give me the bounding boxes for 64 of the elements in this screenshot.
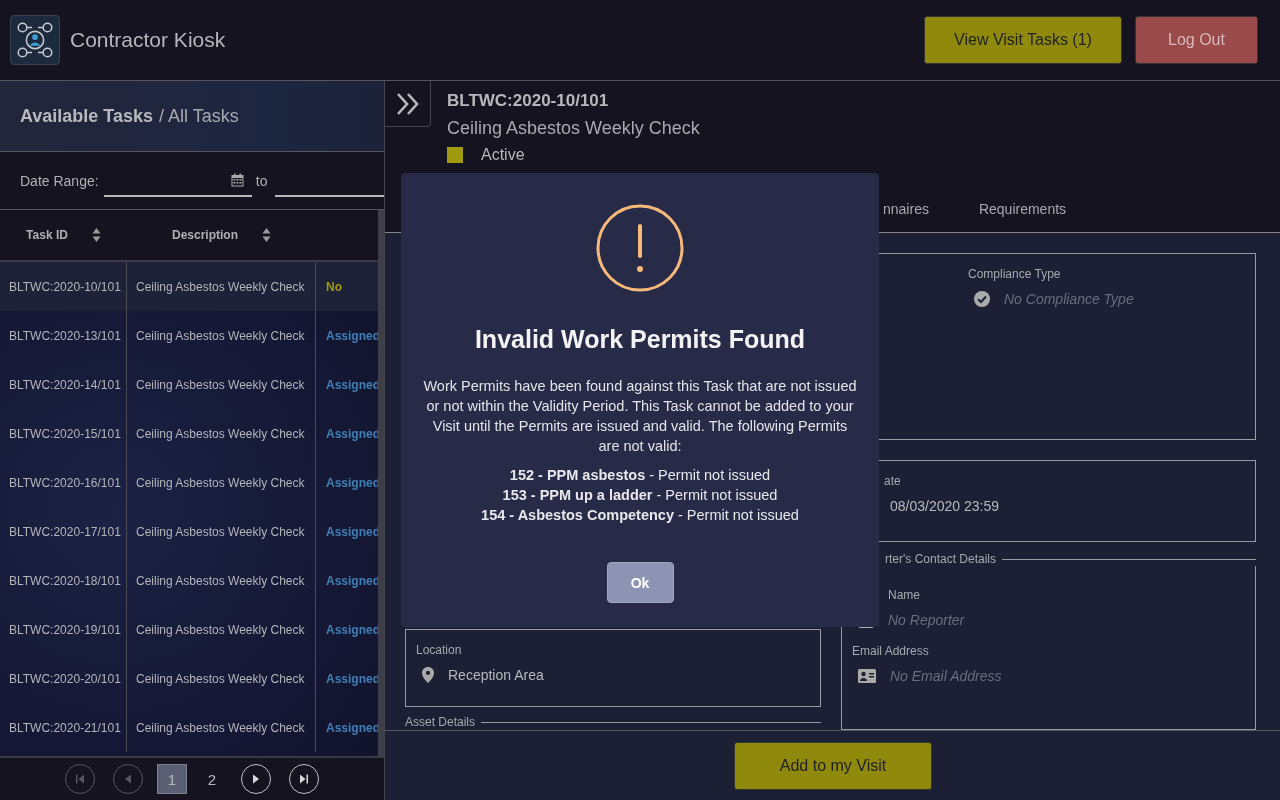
field-value: Reception Area <box>448 667 544 683</box>
task-id-cell: BLTWC:2020-19/101 <box>0 605 127 654</box>
task-id-cell: BLTWC:2020-10/101 <box>0 262 127 311</box>
description-cell: Ceiling Asbestos Weekly Check <box>127 409 316 458</box>
logo-icon <box>10 15 60 65</box>
column-header[interactable]: Task ID <box>26 228 68 242</box>
description-cell: Ceiling Asbestos Weekly Check <box>127 458 316 507</box>
field-value: No Reporter <box>888 612 965 628</box>
dialog-message: Work Permits have been found against this Task that are not issued or not within the Validity Period. This Task cannot be added to your Visit until the Permits are issued and valid. The following Permits are not valid: <box>422 377 858 456</box>
task-id-cell: BLTWC:2020-18/101 <box>0 556 127 605</box>
last-page-icon <box>298 773 310 785</box>
task-row[interactable]: BLTWC:2020-10/101 Ceiling Asbestos Weekly Check No <box>0 262 378 311</box>
task-id-cell: BLTWC:2020-17/101 <box>0 507 127 556</box>
description-cell: Ceiling Asbestos Weekly Check <box>127 507 316 556</box>
field-label: ate <box>884 474 902 488</box>
warning-icon <box>596 204 684 292</box>
description-cell: Ceiling Asbestos Weekly Check <box>127 262 316 311</box>
add-to-visit-button[interactable]: Add to my Visit <box>734 741 932 790</box>
description-cell: Ceiling Asbestos Weekly Check <box>127 311 316 360</box>
first-page-icon <box>74 773 86 785</box>
panel-title: Available Tasks <box>20 105 154 127</box>
status-label: Active <box>481 146 525 164</box>
task-id-cell: BLTWC:2020-20/101 <box>0 654 127 703</box>
task-id-cell: BLTWC:2020-15/101 <box>0 409 127 458</box>
task-description: Ceiling Asbestos Weekly Check <box>447 118 700 139</box>
permit-item: 153 - PPM up a ladder - Permit not issued <box>502 486 778 505</box>
description-cell: Ceiling Asbestos Weekly Check <box>127 360 316 409</box>
section-legend: Asset Details <box>405 715 476 729</box>
column-header[interactable]: Description <box>172 228 238 242</box>
view-tasks-button[interactable]: View Visit Tasks (1) <box>924 16 1122 64</box>
description-cell: Ceiling Asbestos Weekly Check <box>127 556 316 605</box>
task-id-cell: BLTWC:2020-14/101 <box>0 360 127 409</box>
contact-card-icon <box>858 669 876 683</box>
task-id-cell: BLTWC:2020-21/101 <box>0 703 127 752</box>
check-circle-icon <box>974 291 990 307</box>
task-id-cell: BLTWC:2020-13/101 <box>0 311 127 360</box>
expand-button[interactable] <box>385 81 431 127</box>
breadcrumb-link[interactable]: / All Tasks <box>159 105 239 127</box>
permit-item: 154 - Asbestos Competency - Permit not issued <box>481 506 799 525</box>
page-number[interactable]: 2 <box>197 764 227 794</box>
section-legend: rter's Contact Details <box>885 552 996 566</box>
permit-item: 152 - PPM asbestos - Permit not issued <box>509 466 771 485</box>
field-label: Email Address <box>852 644 930 658</box>
field-value: 08/03/2020 23:59 <box>890 498 999 514</box>
field-label: Name <box>887 588 921 602</box>
tab[interactable]: Requirements <box>978 201 1067 217</box>
description-cell: Ceiling Asbestos Weekly Check <box>127 605 316 654</box>
field-label: Location <box>416 643 463 657</box>
description-cell: Ceiling Asbestos Weekly Check <box>127 654 316 703</box>
field-value: No Email Address <box>890 668 1002 684</box>
date-range-label: Date Range: <box>20 172 100 189</box>
field-label: Compliance Type <box>968 267 1062 281</box>
dialog-title: Invalid Work Permits Found <box>474 325 806 354</box>
description-cell: Ceiling Asbestos Weekly Check <box>127 703 316 752</box>
tab[interactable]: nnaires <box>883 201 929 217</box>
status-cell-text: No <box>325 278 343 296</box>
sort-icon[interactable] <box>262 227 271 243</box>
task-id-cell: BLTWC:2020-16/101 <box>0 458 127 507</box>
location-pin-icon <box>422 667 434 683</box>
calendar-icon[interactable] <box>230 172 244 187</box>
sort-icon[interactable] <box>91 227 101 243</box>
task-id: BLTWC:2020-10/101 <box>447 91 610 111</box>
app-title: Contractor Kiosk <box>70 28 227 52</box>
date-separator: to <box>254 172 269 189</box>
